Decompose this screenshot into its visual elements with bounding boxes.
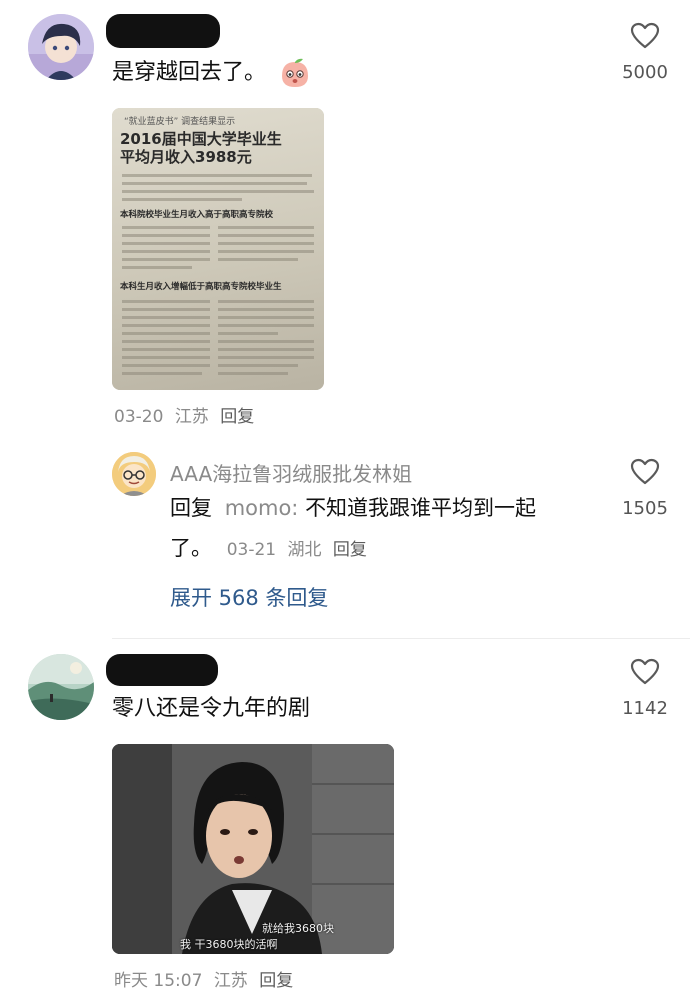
comment-text: 是穿越回去了。 (112, 60, 267, 85)
reply-location: 湖北 (287, 540, 322, 560)
username-redacted (106, 654, 218, 686)
comment-image[interactable]: “就业蓝皮书” 调查结果显示 2016届中国大学毕业生 平均月收入3988元 本… (112, 108, 324, 390)
user-avatar[interactable] (28, 654, 94, 720)
like-button[interactable]: 1142 (605, 658, 685, 719)
comment-location: 江苏 (213, 971, 248, 991)
reply-body: 回复 momo: 不知道我跟谁平均到一起 了。 03-21 湖北 回复 (170, 496, 537, 560)
heart-icon (630, 658, 660, 685)
comment-meta: 昨天 15:07 江苏 回复 (114, 966, 299, 991)
comment-location: 江苏 (174, 407, 209, 427)
comment-image[interactable]: 就给我3680块 我 干3680块的活啊 (112, 744, 394, 954)
reply-avatar[interactable] (112, 452, 156, 496)
heart-icon (630, 22, 660, 49)
heart-icon (630, 458, 660, 485)
news-headline-2: 平均月收入3988元 (120, 148, 252, 166)
subtitle-line-1: 就给我3680块 (262, 922, 334, 935)
reply-like-button[interactable]: 1505 (605, 458, 685, 519)
peach-face-emoji-icon (278, 56, 312, 90)
reply-text-line1: 不知道我跟谁平均到一起 (305, 496, 537, 520)
comment-date: 03-20 (114, 407, 164, 427)
like-button[interactable]: 5000 (605, 22, 685, 83)
news-subhead-2: 本科生月收入增幅低于高职高专院校毕业生 (120, 282, 282, 292)
comment-divider (112, 638, 690, 639)
subtitle-line-2: 我 干3680块的活啊 (180, 938, 278, 951)
landscape-avatar-icon (28, 654, 94, 720)
expand-replies-button[interactable]: 展开 568 条回复 (170, 582, 328, 612)
reply-button[interactable]: 回复 (259, 971, 293, 991)
comment-body: 是穿越回去了。 (112, 56, 312, 90)
username-redacted (106, 14, 220, 48)
user-avatar[interactable] (28, 14, 94, 80)
reply-mention[interactable]: momo (225, 496, 292, 520)
comment-meta: 03-20 江苏 回复 (114, 402, 260, 427)
reply-button[interactable]: 回复 (220, 407, 254, 427)
reply-prefix: 回复 (170, 496, 212, 520)
reply-text-line2: 了。 (170, 536, 212, 560)
reply-reply-button[interactable]: 回复 (333, 540, 367, 560)
news-top-caption: “就业蓝皮书” 调查结果显示 (124, 117, 236, 127)
drama-still-illustration (112, 744, 394, 954)
reply-meta: 03-21 湖北 回复 (227, 540, 367, 560)
like-count: 1142 (622, 698, 668, 719)
cartoon-glasses-avatar-icon (112, 452, 156, 496)
reply-username[interactable]: AAA海拉鲁羽绒服批发林姐 (170, 458, 412, 487)
comment-text: 零八还是令九年的剧 (112, 696, 311, 721)
news-subhead-1: 本科院校毕业生月收入高于高职高专院校 (120, 210, 274, 220)
comment-date: 昨天 15:07 (114, 971, 203, 991)
like-count: 1505 (622, 498, 668, 519)
anime-boy-avatar-icon (28, 14, 94, 80)
like-count: 5000 (622, 62, 668, 83)
reply-date: 03-21 (226, 540, 277, 560)
